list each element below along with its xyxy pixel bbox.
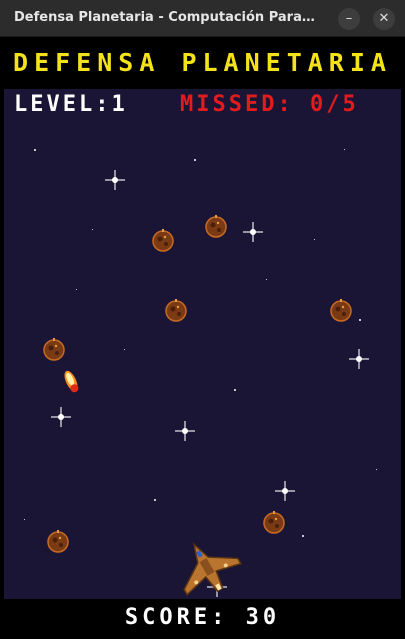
star	[314, 239, 315, 240]
star	[376, 469, 377, 470]
score-display: SCORE: 30	[0, 599, 405, 639]
minimize-button[interactable]: –	[338, 8, 360, 30]
window-titlebar[interactable]: Defensa Planetaria - Computación Paral..…	[0, 0, 405, 37]
window-title: Defensa Planetaria - Computación Paral..…	[14, 10, 319, 25]
level-indicator: LEVEL:1	[14, 92, 128, 117]
game-title: DEFENSA PLANETARIA	[0, 37, 405, 89]
close-button[interactable]: ✕	[373, 8, 395, 30]
asteroid-icon	[43, 338, 65, 361]
missed-counter: MISSED: 0/5	[180, 92, 359, 117]
sparkle-star	[175, 421, 195, 441]
missile-icon	[64, 370, 79, 393]
star	[76, 289, 77, 290]
star	[154, 499, 156, 501]
star	[302, 535, 304, 537]
star	[344, 149, 345, 150]
game-playfield[interactable]: LEVEL:1 MISSED: 0/5	[4, 89, 401, 599]
star	[266, 279, 267, 280]
star	[92, 229, 93, 230]
asteroid-icon	[165, 299, 187, 322]
asteroid-icon	[330, 299, 352, 322]
asteroid-icon	[47, 530, 69, 553]
sparkle-star	[275, 481, 295, 501]
asteroid-icon	[152, 229, 174, 252]
star	[234, 389, 236, 391]
asteroid-icon	[205, 215, 227, 238]
sparkle-star	[105, 170, 125, 190]
star	[34, 149, 36, 151]
spaceship-icon[interactable]	[172, 537, 242, 597]
sparkle-star	[243, 222, 263, 242]
asteroid-icon	[263, 511, 285, 534]
star	[124, 349, 125, 350]
star	[24, 519, 25, 520]
sparkle-star	[349, 349, 369, 369]
star	[359, 319, 361, 321]
star	[194, 159, 196, 161]
sparkle-star	[51, 407, 71, 427]
